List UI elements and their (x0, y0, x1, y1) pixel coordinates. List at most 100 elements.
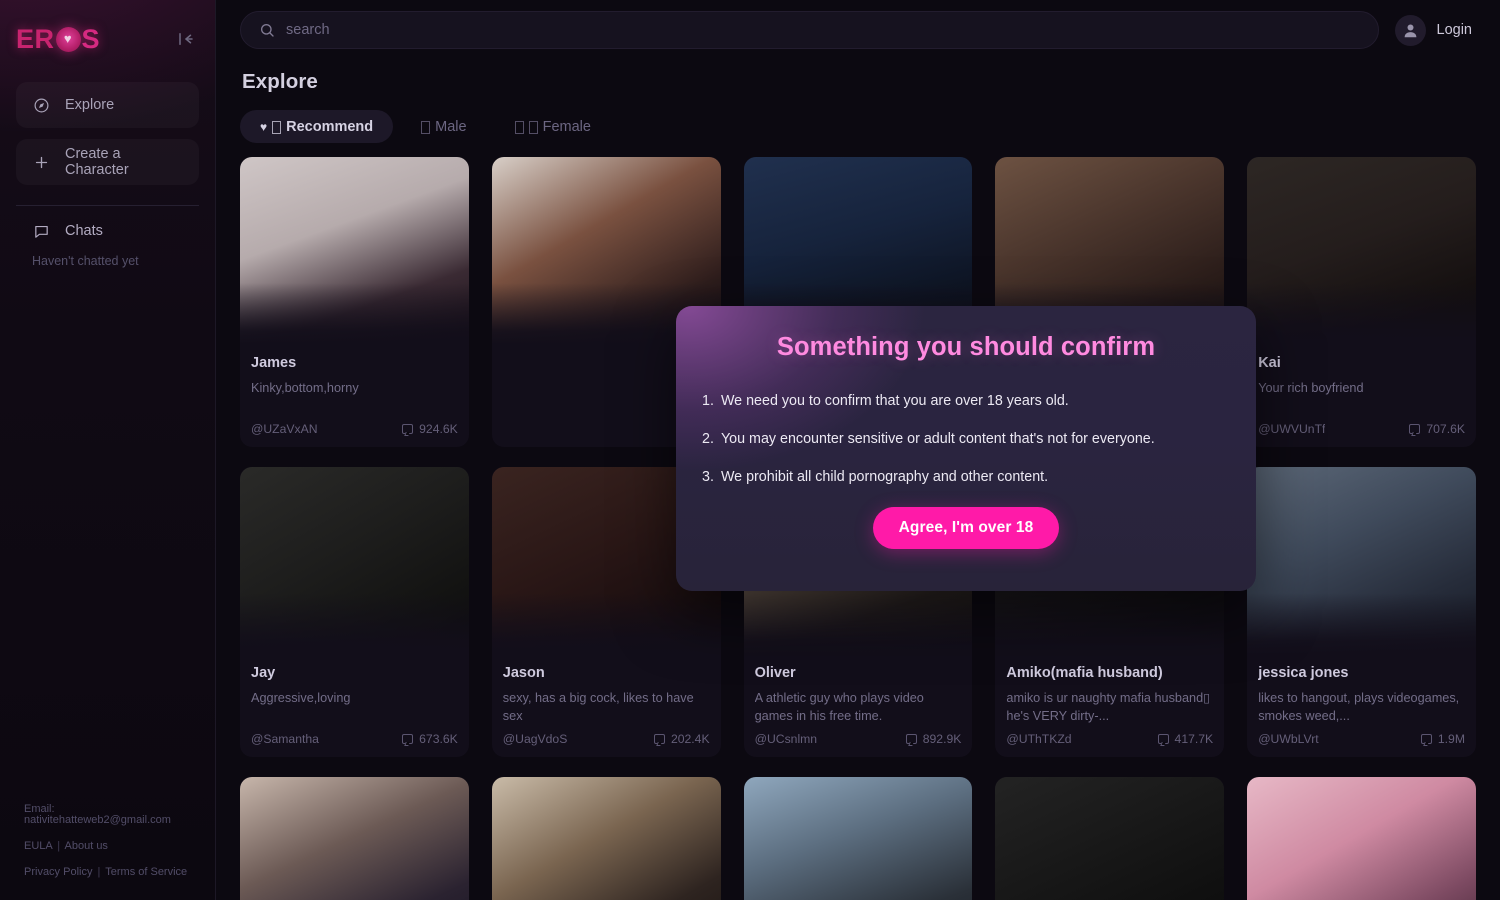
character-artwork (1247, 777, 1476, 900)
agree-over-18-button[interactable]: Agree, I'm over 18 (872, 506, 1060, 549)
view-count-label: 892.9K (922, 732, 962, 746)
character-card[interactable]: Jay Aggressive,loving @Samantha 673.6K (240, 467, 469, 757)
app-logo[interactable]: ER ♥ S (16, 23, 101, 54)
character-description: A athletic guy who plays video games in … (754, 691, 924, 724)
view-count-label: 673.6K (419, 732, 458, 746)
list-item: 1. We need you to confirm that you are o… (702, 393, 1230, 411)
compass-icon (32, 96, 51, 115)
list-item-text: We prohibit all child pornography and ot… (720, 468, 1049, 485)
emoji-fallback-glyph (421, 121, 431, 134)
sidebar-chats-label: Chats (65, 223, 103, 239)
sidebar-item-chats[interactable]: Chats (0, 220, 215, 242)
character-description: Aggressive,loving (251, 691, 351, 706)
chat-count-icon (1157, 734, 1169, 744)
card-meta: @UCsnlmn 892.9K (755, 732, 962, 746)
sidebar-item-label: Explore (65, 97, 115, 113)
sidebar-footer: Email: nativitehatteweb2@gmail.com EULA … (0, 804, 215, 900)
footer-separator: | (97, 866, 101, 878)
card-meta: @UWbLVrt 1.9M (1258, 732, 1465, 746)
tab-male[interactable]: Male (401, 110, 486, 143)
footer-legal-row-2: Privacy Policy | Terms of Service (24, 867, 191, 878)
view-count-label: 202.4K (670, 732, 710, 746)
character-card[interactable] (240, 777, 469, 900)
sidebar: ER ♥ S Explore Create a Character Chats … (0, 0, 216, 900)
dialog-actions: Agree, I'm over 18 (676, 506, 1256, 549)
character-card[interactable]: Kai Your rich boyfriend @UWVUnTf 707.6K (1247, 157, 1476, 447)
chat-count-icon (402, 734, 414, 744)
character-thumbnail (240, 157, 469, 345)
character-thumbnail (1247, 467, 1476, 655)
footer-legal-row-1: EULA | About us (24, 841, 191, 852)
character-artwork (240, 467, 469, 655)
character-thumbnail (240, 777, 469, 900)
character-card[interactable] (995, 777, 1225, 900)
character-view-count: 924.6K (402, 422, 458, 436)
character-artwork (1247, 157, 1476, 345)
login-button[interactable]: Login (1394, 14, 1484, 46)
character-author: @UZaVxAN (251, 422, 318, 436)
list-item-text: You may encounter sensitive or adult con… (720, 430, 1155, 447)
tab-female[interactable]: Female (495, 110, 611, 143)
logo-text-prefix: ER (16, 23, 55, 54)
card-body: James Kinky,bottom,horny (240, 345, 469, 397)
footer-separator: | (57, 840, 61, 852)
character-author: @UWVUnTf (1258, 422, 1326, 436)
character-name: jessica jones (1258, 665, 1349, 681)
tab-label: Male (435, 118, 467, 135)
character-card[interactable] (1247, 777, 1476, 900)
character-card[interactable]: James Kinky,bottom,horny @UZaVxAN 924.6K (240, 157, 469, 447)
character-name: Amiko(mafia husband) (1006, 665, 1163, 681)
heart-icon: ♥ (260, 119, 268, 134)
character-view-count: 1.9M (1420, 732, 1465, 746)
sidebar-item-create-character[interactable]: Create a Character (16, 139, 199, 185)
character-artwork (240, 777, 469, 900)
character-thumbnail (491, 777, 721, 900)
character-author: @UagVdoS (502, 732, 568, 746)
collapse-sidebar-icon[interactable] (173, 26, 199, 52)
card-body: jessica jones likes to hangout, plays vid… (1247, 655, 1476, 725)
card-meta: @UWVUnTf 707.6K (1258, 422, 1465, 436)
view-count-label: 707.6K (1426, 422, 1465, 436)
character-thumbnail (240, 467, 469, 655)
character-view-count: 417.7K (1157, 732, 1213, 746)
card-meta: @UagVdoS 202.4K (503, 732, 710, 746)
card-meta: @UZaVxAN 924.6K (251, 422, 458, 436)
search-bar[interactable] (240, 11, 1379, 49)
login-label: Login (1436, 22, 1472, 38)
list-item: 3. We prohibit all child pornography and… (702, 469, 1230, 487)
character-name: Jason (502, 665, 545, 681)
chat-bubble-icon (32, 222, 51, 241)
character-description: likes to hangout, plays videogames, smok… (1258, 691, 1460, 724)
tab-recommend[interactable]: ♥ Recommend (240, 110, 394, 143)
footer-link-terms[interactable]: Terms of Service (105, 866, 187, 878)
logo-text-suffix: S (81, 23, 101, 54)
chat-count-icon (1409, 424, 1421, 434)
chat-count-icon (1420, 734, 1432, 744)
main-content: Login Explore ♥ Recommend Male Femal (216, 0, 1500, 900)
character-card[interactable]: jessica jones likes to hangout, plays vid… (1247, 467, 1476, 757)
user-avatar-icon (1394, 14, 1426, 46)
heart-glyph: ♥ (63, 31, 73, 46)
character-card[interactable] (743, 777, 973, 900)
character-card[interactable] (491, 777, 721, 900)
footer-link-about[interactable]: About us (65, 840, 108, 852)
chats-empty-state: Haven't chatted yet (32, 254, 139, 268)
character-author: @UCsnlmn (754, 732, 818, 746)
character-artwork (491, 777, 721, 900)
character-artwork (240, 157, 469, 345)
tab-label: Recommend (286, 118, 374, 135)
footer-email: Email: nativitehatteweb2@gmail.com (24, 803, 171, 826)
list-item-number: 2. (702, 430, 714, 447)
dialog-title: Something you should confirm (776, 333, 1156, 361)
view-count-label: 1.9M (1437, 732, 1465, 746)
card-body: Jason sexy, has a big cock, likes to have… (492, 655, 721, 725)
footer-link-eula[interactable]: EULA (24, 840, 52, 852)
tab-label: Female (542, 118, 591, 135)
character-thumbnail (743, 777, 973, 900)
search-input[interactable] (286, 22, 1360, 38)
character-artwork (995, 777, 1225, 900)
character-name: Kai (1258, 355, 1281, 371)
footer-link-privacy[interactable]: Privacy Policy (24, 866, 92, 878)
sidebar-item-explore[interactable]: Explore (16, 82, 199, 128)
list-item-number: 1. (702, 393, 714, 409)
